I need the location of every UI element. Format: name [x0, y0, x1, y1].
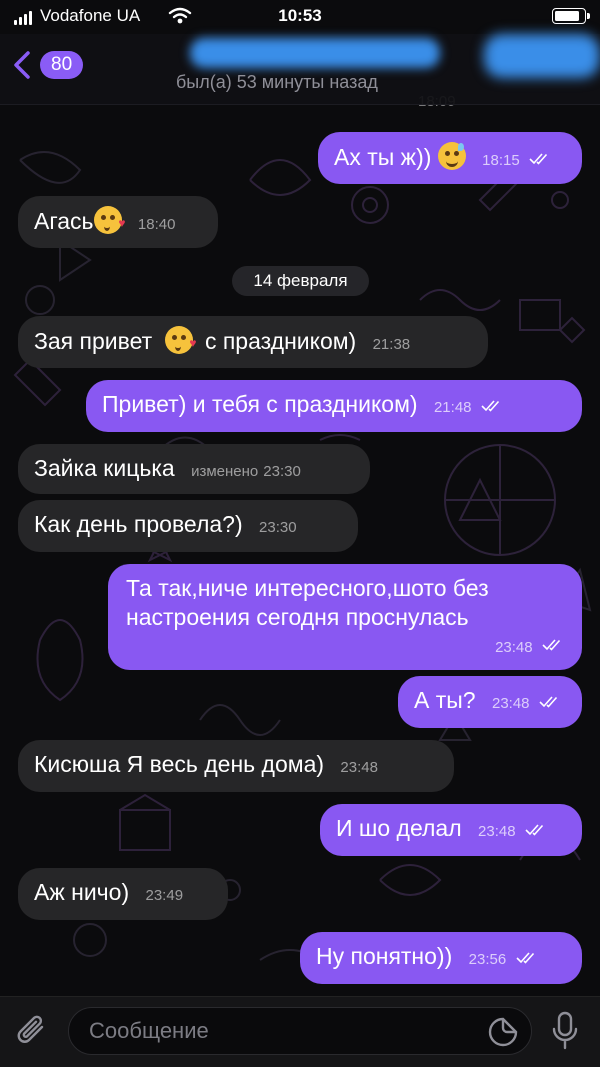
message-bubble-outgoing[interactable]: А ты? 23:48	[398, 676, 582, 728]
message-text: Зая привет	[34, 328, 153, 354]
message-bubble-outgoing[interactable]: Ну понятно)) 23:56	[300, 932, 582, 984]
message-time: 21:48	[433, 399, 472, 416]
message-time: 21:38	[372, 336, 411, 353]
message-time: 23:48	[491, 695, 530, 712]
message-bubble-outgoing[interactable]: Привет) и тебя с праздником) 21:48	[86, 380, 582, 432]
message-bubble-incoming[interactable]: Зая привет ♥ с праздником) 21:38	[18, 316, 488, 368]
message-list: Ах ты ж)) 18:15 Агась ♥ 18:40 14 февраля …	[0, 0, 600, 1066]
message-bubble-incoming[interactable]: Как день провела?) 23:30	[18, 500, 358, 552]
message-bubble-outgoing[interactable]: Ах ты ж)) 18:15	[318, 132, 582, 184]
message-text: Зайка кицька	[34, 455, 175, 481]
chat-header: 80 был(а) 53 минуты назад	[0, 34, 600, 105]
paperclip-icon[interactable]	[16, 1013, 50, 1049]
sticker-icon[interactable]	[488, 1017, 518, 1047]
message-text: Агась	[34, 208, 94, 234]
message-time: 23:48	[340, 759, 378, 776]
message-bubble-incoming[interactable]: Аж ничо) 23:49	[18, 868, 228, 920]
read-checkmarks-icon	[542, 639, 561, 652]
message-input[interactable]: Сообщение	[68, 1007, 532, 1055]
message-bubble-incoming[interactable]: Агась ♥ 18:40	[18, 196, 218, 248]
last-seen-status: был(а) 53 минуты назад	[176, 72, 378, 92]
message-text: И шо делал	[336, 815, 462, 841]
read-checkmarks-icon	[539, 696, 558, 708]
date-separator: 14 февраля	[232, 266, 369, 296]
sweat-smile-emoji-icon	[437, 142, 466, 170]
message-text: Аж ничо)	[34, 879, 130, 905]
message-text: Как день провела?)	[34, 511, 243, 537]
read-checkmarks-icon	[516, 952, 534, 964]
read-checkmarks-icon	[529, 153, 548, 165]
message-text-continued: с праздником)	[204, 328, 357, 354]
kissing-heart-emoji-icon: ♥	[93, 206, 126, 234]
message-text: Ну понятно))	[316, 943, 453, 969]
message-bubble-outgoing[interactable]: Та так,ниче интересного,шото без настрое…	[108, 564, 582, 670]
message-time: 18:40	[137, 216, 176, 233]
message-time: 23:56	[468, 951, 507, 968]
chevron-left-icon	[14, 51, 30, 79]
message-text: Кисюша Я весь день дома)	[34, 751, 325, 777]
message-time: 23:49	[145, 887, 184, 904]
message-text: А ты?	[414, 687, 476, 713]
battery-level	[555, 11, 579, 21]
read-checkmarks-icon	[481, 400, 500, 412]
message-text: Та так,ниче интересного,шото без настрое…	[126, 575, 489, 630]
read-checkmarks-icon	[525, 824, 544, 836]
message-time: 23:48	[495, 638, 533, 656]
message-bubble-incoming[interactable]: Зайка кицька изменено 23:30	[18, 444, 370, 494]
redacted-contact-name	[190, 38, 440, 68]
message-time: 23:30	[259, 519, 297, 536]
microphone-icon[interactable]	[552, 1011, 578, 1051]
redacted-avatar[interactable]	[484, 34, 600, 78]
unread-count-badge: 80	[40, 51, 84, 79]
message-time: 23:30	[263, 463, 301, 480]
back-button[interactable]: 80	[10, 50, 84, 80]
message-composer: Сообщение	[0, 996, 600, 1067]
status-bar: Vodafone UA 10:53	[0, 0, 600, 34]
message-bubble-incoming[interactable]: Кисюша Я весь день дома) 23:48	[18, 740, 454, 792]
kissing-heart-emoji-icon: ♥	[164, 326, 197, 354]
message-text: Привет) и тебя с праздником)	[102, 391, 418, 417]
message-bubble-outgoing[interactable]: И шо делал 23:48	[320, 804, 582, 856]
clock: 10:53	[278, 6, 322, 25]
message-time: 23:48	[478, 823, 516, 840]
edited-label: изменено	[191, 463, 259, 480]
message-time: 18:15	[482, 152, 520, 169]
message-text: Ах ты ж))	[334, 144, 432, 170]
battery-icon	[552, 8, 590, 24]
